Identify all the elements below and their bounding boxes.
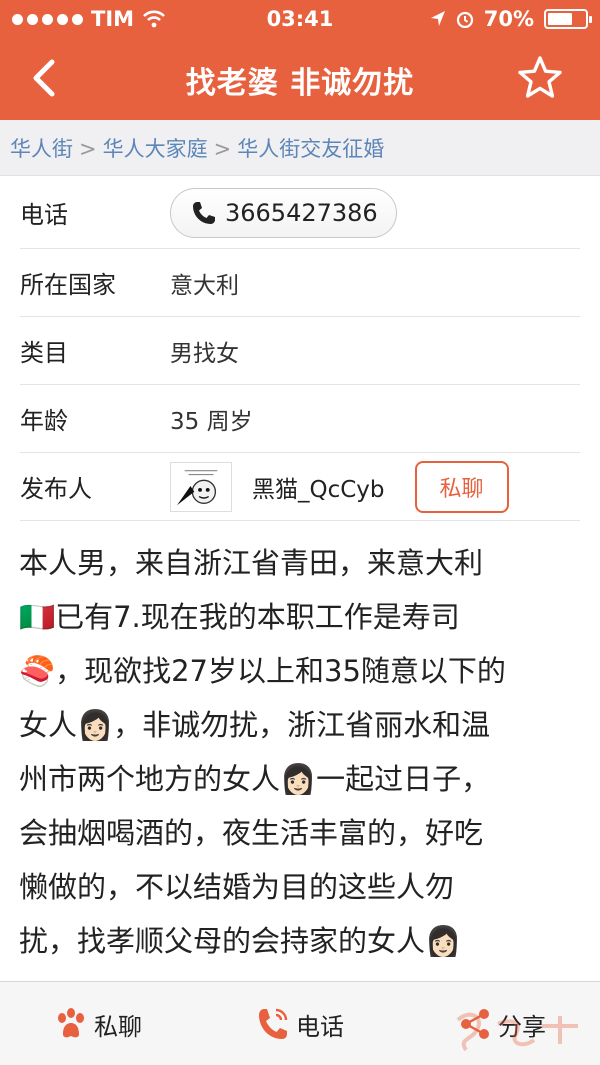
bottom-chat-button[interactable]: 私聊 <box>54 1006 142 1042</box>
watermark-logo <box>456 1012 578 1052</box>
description-line: 🍣，现欲找27岁以上和35随意以下的 <box>19 654 506 688</box>
breadcrumb: 华人街 > 华人大家庭 > 华人街交友征婚 <box>0 120 600 176</box>
publisher-info: 黑猫_QcCyb 私聊 <box>170 460 509 513</box>
top-bar: TIM 03:41 70% 找老婆 非诚勿扰 <box>0 0 600 120</box>
status-bar: TIM 03:41 70% <box>0 0 600 38</box>
avatar[interactable] <box>170 461 232 512</box>
breadcrumb-separator: > <box>79 137 97 161</box>
description-line: 州市两个地方的女人👩🏻一起过日子， <box>19 762 491 796</box>
phone-call-button[interactable]: 3665427386 <box>170 187 397 238</box>
publisher-label: 发布人 <box>20 475 92 503</box>
phone-icon <box>193 201 215 224</box>
detail-list: 电话 3665427386 所在国家 意大利 类目 男找女 年龄 35 周岁 发… <box>0 177 600 521</box>
alarm-icon <box>456 11 473 28</box>
breadcrumb-separator: > <box>213 137 232 161</box>
country-row: 所在国家 意大利 <box>20 249 580 317</box>
phone-number: 3665427386 <box>225 198 378 227</box>
battery-level <box>548 13 572 25</box>
phone-call-icon <box>259 1008 288 1039</box>
category-row: 类目 男找女 <box>20 317 580 385</box>
battery-percent: 70% <box>483 7 534 31</box>
publisher-row: 发布人 黑猫_QcCyb 私聊 <box>20 453 580 521</box>
breadcrumb-link-huarenjie[interactable]: 华人街 <box>10 137 73 161</box>
breadcrumb-link-family[interactable]: 华人大家庭 <box>103 137 208 161</box>
location-arrow-icon <box>430 11 445 26</box>
bottom-call-button[interactable]: 电话 <box>256 1006 344 1042</box>
navigation-bar: 找老婆 非诚勿扰 <box>0 38 600 120</box>
category-value: 男找女 <box>170 340 239 367</box>
description-line: 女人👩🏻，非诚勿扰，浙江省丽水和温 <box>19 708 491 742</box>
country-value: 意大利 <box>170 272 239 299</box>
publisher-name[interactable]: 黑猫_QcCyb <box>252 470 385 504</box>
description-line: 懒做的，不以结婚为目的这些人勿 <box>19 870 455 904</box>
bottom-call-label: 电话 <box>296 1012 344 1041</box>
bottom-chat-label: 私聊 <box>94 1012 142 1041</box>
category-label: 类目 <box>20 339 68 367</box>
paw-icon <box>58 1008 84 1038</box>
private-chat-button[interactable]: 私聊 <box>414 460 509 513</box>
country-label: 所在国家 <box>20 271 116 299</box>
star-outline-icon[interactable] <box>516 54 564 102</box>
description-line: 会抽烟喝酒的，夜生活丰富的，好吃 <box>19 816 484 850</box>
phone-label: 电话 <box>20 201 68 229</box>
battery-icon <box>544 9 592 29</box>
age-label: 年龄 <box>20 407 68 435</box>
breadcrumb-link-dating[interactable]: 华人街交友征婚 <box>237 137 384 161</box>
description-line: 🇮🇹已有7.现在我的本职工作是寿司 <box>19 600 460 634</box>
age-value: 35 周岁 <box>170 408 253 435</box>
phone-row: 电话 3665427386 <box>20 177 580 249</box>
page-title: 找老婆 非诚勿扰 <box>185 66 415 101</box>
age-row: 年龄 35 周岁 <box>20 385 580 453</box>
post-description: 本人男，来自浙江省青田，来意大利 🇮🇹已有7.现在我的本职工作是寿司 🍣，现欲找… <box>19 536 585 968</box>
description-line: 扰，找孝顺父母的会持家的女人👩🏻 <box>19 924 462 958</box>
description-line: 本人男，来自浙江省青田，来意大利 <box>19 546 484 580</box>
